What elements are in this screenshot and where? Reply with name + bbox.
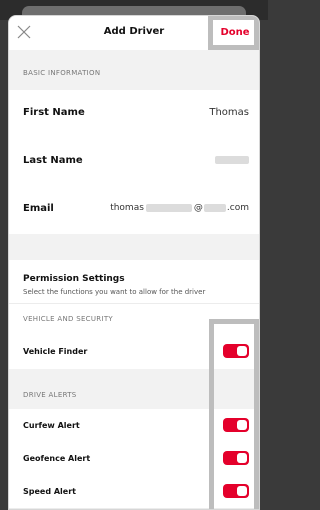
speed-alert-label: Speed Alert — [23, 487, 76, 496]
email-row[interactable]: Email thomas @ .com — [9, 186, 259, 235]
redacted-block — [203, 203, 226, 212]
last-name-value-redacted[interactable] — [215, 155, 249, 166]
geofence-alert-row: Geofence Alert — [9, 442, 259, 476]
permission-settings-subtitle: Select the functions you want to allow f… — [23, 288, 206, 296]
vehicle-finder-toggle[interactable] — [223, 344, 249, 358]
header-bar: Add Driver Done — [9, 16, 259, 51]
speed-alert-toggle[interactable] — [223, 484, 249, 498]
redacted-block — [215, 156, 249, 164]
add-driver-sheet: Add Driver Done BASIC INFORMATION First … — [8, 15, 260, 510]
email-label: Email — [23, 203, 54, 214]
drive-alerts-section-label: DRIVE ALERTS — [23, 391, 77, 399]
basic-info-section-header: BASIC INFORMATION — [9, 50, 259, 90]
curfew-alert-toggle[interactable] — [223, 418, 249, 432]
curfew-alert-row: Curfew Alert — [9, 409, 259, 443]
email-value[interactable]: thomas @ .com — [110, 203, 249, 213]
last-name-row[interactable]: Last Name — [9, 138, 259, 187]
toggle-knob — [237, 346, 247, 356]
vehicle-security-section-label: VEHICLE AND SECURITY — [23, 315, 113, 323]
curfew-alert-label: Curfew Alert — [23, 421, 80, 430]
first-name-value[interactable]: Thomas — [209, 107, 249, 118]
permission-settings-title: Permission Settings — [23, 274, 125, 284]
basic-info-section-label: BASIC INFORMATION — [23, 69, 101, 77]
geofence-alert-label: Geofence Alert — [23, 454, 91, 463]
email-suffix: .com — [226, 203, 249, 213]
vehicle-finder-label: Vehicle Finder — [23, 347, 88, 356]
vehicle-finder-row: Vehicle Finder — [9, 335, 259, 370]
vehicle-security-section-header: VEHICLE AND SECURITY — [9, 303, 259, 336]
email-prefix: thomas — [110, 203, 144, 213]
drive-alerts-section-header: DRIVE ALERTS — [9, 369, 259, 409]
first-name-label: First Name — [23, 107, 85, 118]
email-at: @ — [193, 203, 203, 213]
section-spacer — [9, 234, 259, 260]
last-name-label: Last Name — [23, 155, 83, 166]
toggle-knob — [237, 486, 247, 496]
toggle-knob — [237, 420, 247, 430]
speed-alert-row: Speed Alert — [9, 475, 259, 509]
geofence-alert-toggle[interactable] — [223, 451, 249, 465]
toggle-knob — [237, 453, 247, 463]
done-button[interactable]: Done — [212, 17, 258, 47]
redacted-block — [145, 203, 192, 212]
first-name-row[interactable]: First Name Thomas — [9, 90, 259, 139]
